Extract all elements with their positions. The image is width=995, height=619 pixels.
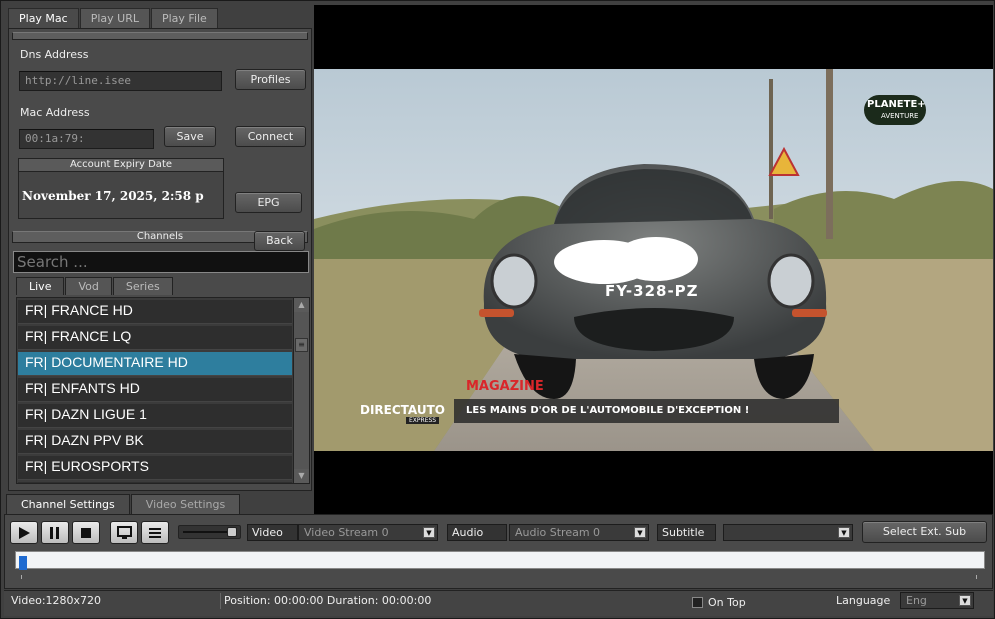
position-duration: Position: 00:00:00 Duration: 00:00:00 bbox=[224, 594, 432, 607]
chevron-down-icon: ▼ bbox=[959, 595, 971, 606]
language-value: Eng bbox=[906, 594, 927, 607]
on-top-label: On Top bbox=[708, 596, 746, 609]
mac-field[interactable]: 00:1a:79: bbox=[19, 129, 154, 149]
seek-start-tick bbox=[21, 575, 22, 579]
play-button[interactable] bbox=[10, 521, 38, 544]
audio-stream-value: Audio Stream 0 bbox=[515, 526, 601, 539]
iptv-player-window: Play Mac Play URL Play File Dns Address … bbox=[0, 0, 995, 619]
language-label: Language bbox=[836, 594, 891, 607]
tab-series[interactable]: Series bbox=[112, 277, 173, 295]
channel-list[interactable]: FR| FRANCE HD FR| FRANCE LQ FR| DOCUMENTAI… bbox=[16, 297, 310, 484]
channel-list-item[interactable]: FR| DAZN PPV bbox=[18, 482, 292, 483]
status-separator bbox=[220, 593, 221, 609]
scroll-thumb[interactable]: ≡ bbox=[295, 338, 308, 352]
channel-list-item[interactable]: FR| ENFANTS HD bbox=[18, 378, 292, 402]
video-label: Video bbox=[247, 524, 298, 541]
dns-label: Dns Address bbox=[20, 48, 89, 61]
subtitle-label: Subtitle bbox=[657, 524, 716, 541]
channel-logo: PLANETE+ AVENTURE bbox=[864, 95, 926, 125]
video-frame: FY-328-PZ PLANETE+ AVENTURE MAGAZINE DIR… bbox=[314, 69, 993, 451]
video-stream-select[interactable]: Video Stream 0 ▼ bbox=[298, 524, 438, 541]
banner-tag: MAGAZINE bbox=[466, 379, 544, 394]
channel-type-tabs: Live Vod Series bbox=[16, 277, 174, 295]
video-scene bbox=[314, 69, 993, 451]
dns-field[interactable]: http://line.isee bbox=[19, 71, 222, 91]
tab-video-settings[interactable]: Video Settings bbox=[130, 494, 241, 514]
control-bar: Video Video Stream 0 ▼ Audio Audio Stream… bbox=[4, 514, 993, 589]
subtitle-select[interactable]: ▼ bbox=[723, 524, 853, 541]
tab-channel-settings[interactable]: Channel Settings bbox=[6, 494, 130, 514]
settings-tabs: Channel Settings Video Settings bbox=[6, 494, 241, 514]
tab-vod[interactable]: Vod bbox=[65, 277, 112, 295]
banner-brand-sub: EXPRESS bbox=[406, 417, 440, 424]
channel-list-item[interactable]: FR| FRANCE HD bbox=[18, 300, 292, 324]
mac-label: Mac Address bbox=[20, 106, 90, 119]
language-select[interactable]: Eng ▼ bbox=[900, 592, 974, 609]
channel-search-input[interactable]: Search ... bbox=[13, 251, 309, 273]
panel-header-bar bbox=[12, 32, 308, 40]
chevron-down-icon: ▼ bbox=[423, 527, 435, 538]
volume-slider[interactable] bbox=[178, 525, 241, 539]
channel-list-item[interactable]: FR| DOCUMENTAIRE HD bbox=[18, 352, 292, 376]
playlist-button[interactable] bbox=[141, 521, 169, 544]
video-area[interactable]: FY-328-PZ PLANETE+ AVENTURE MAGAZINE DIR… bbox=[314, 5, 993, 516]
channel-logo-title: PLANETE+ bbox=[867, 99, 926, 110]
source-tabbar: Play Mac Play URL Play File bbox=[8, 8, 219, 28]
channel-list-item[interactable]: FR| FRANCE LQ bbox=[18, 326, 292, 350]
chevron-down-icon: ▼ bbox=[634, 527, 646, 538]
channel-list-item[interactable]: FR| DAZN LIGUE 1 bbox=[18, 404, 292, 428]
tab-live[interactable]: Live bbox=[16, 277, 65, 295]
tab-play-mac[interactable]: Play Mac bbox=[8, 8, 79, 28]
account-expiry-box: Account Expiry Date November 17, 2025, 2… bbox=[18, 158, 224, 219]
banner-brand: DIRECTAUTO bbox=[360, 403, 445, 417]
save-button[interactable]: Save bbox=[164, 126, 216, 147]
video-resolution: Video:1280x720 bbox=[11, 594, 102, 607]
monitor-icon bbox=[117, 526, 132, 539]
seek-bar[interactable] bbox=[15, 551, 985, 570]
back-button[interactable]: Back bbox=[254, 231, 305, 251]
scroll-down-arrow-icon[interactable]: ▼ bbox=[294, 469, 309, 483]
audio-stream-select[interactable]: Audio Stream 0 ▼ bbox=[509, 524, 649, 541]
profiles-button[interactable]: Profiles bbox=[235, 69, 306, 90]
connect-button[interactable]: Connect bbox=[235, 126, 306, 147]
stop-icon bbox=[81, 528, 91, 538]
stop-button[interactable] bbox=[72, 521, 100, 544]
license-plate: FY-328-PZ bbox=[605, 282, 699, 300]
account-expiry-title: Account Expiry Date bbox=[19, 159, 223, 172]
epg-button[interactable]: EPG bbox=[235, 192, 302, 213]
tab-play-file[interactable]: Play File bbox=[150, 8, 218, 28]
status-bar: Video:1280x720 Position: 00:00:00 Durati… bbox=[4, 590, 993, 616]
channel-list-scrollbar[interactable]: ▲ ≡ ▼ bbox=[293, 298, 309, 483]
pause-button[interactable] bbox=[41, 521, 69, 544]
video-stream-value: Video Stream 0 bbox=[304, 526, 389, 539]
channel-logo-subtitle: AVENTURE bbox=[881, 112, 919, 120]
seek-handle[interactable] bbox=[19, 556, 27, 570]
scroll-up-arrow-icon[interactable]: ▲ bbox=[294, 298, 309, 312]
select-ext-sub-button[interactable]: Select Ext. Sub bbox=[862, 521, 987, 543]
list-icon bbox=[149, 528, 161, 538]
channel-list-item[interactable]: FR| EUROSPORTS bbox=[18, 456, 292, 480]
screen-button[interactable] bbox=[110, 521, 138, 544]
chevron-down-icon: ▼ bbox=[838, 527, 850, 538]
seek-end-tick bbox=[976, 575, 977, 579]
pause-icon bbox=[50, 527, 59, 539]
play-icon bbox=[19, 527, 30, 539]
left-panel: Dns Address http://line.isee Profiles Ma… bbox=[8, 28, 312, 491]
on-top-checkbox[interactable] bbox=[692, 597, 703, 608]
channel-list-item[interactable]: FR| DAZN PPV BK bbox=[18, 430, 292, 454]
banner-text: LES MAINS D'OR DE L'AUTOMOBILE D'EXCEPTI… bbox=[466, 405, 750, 416]
audio-label: Audio bbox=[447, 524, 507, 541]
volume-handle[interactable] bbox=[227, 527, 237, 537]
account-expiry-value: November 17, 2025, 2:58 pm bbox=[22, 189, 204, 203]
tab-play-url[interactable]: Play URL bbox=[79, 8, 150, 28]
